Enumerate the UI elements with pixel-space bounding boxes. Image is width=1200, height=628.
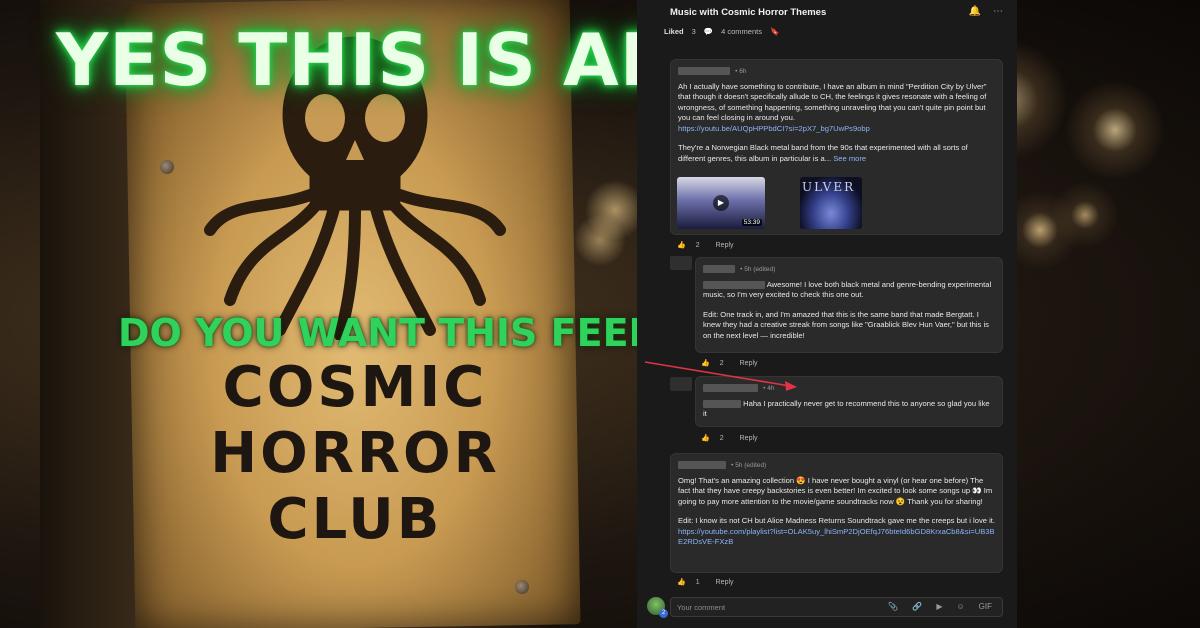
bookmark-icon[interactable]: 🔖 [770,27,779,36]
comment-text: Omg! That's an amazing collection 😍 I ha… [678,475,993,506]
reply-button[interactable]: Reply [716,579,734,586]
username-redacted[interactable] [703,384,758,392]
comments-panel: Music with Cosmic Horror Themes 🔔 ⋯ Like… [637,0,1017,628]
more-options-icon[interactable]: ⋯ [993,6,1003,17]
comment-text: Edit: I know its not CH but Alice Madnes… [678,516,995,525]
comment-count: 4 comments [721,27,762,36]
like-count: 3 [691,27,696,36]
comment-text: Ah I actually have something to contribu… [678,81,987,123]
thumbs-up-icon[interactable]: 👍 [677,241,686,249]
thumbs-up-icon[interactable]: 👍 [701,359,710,367]
nail-icon [160,160,174,174]
username-redacted[interactable] [678,67,730,75]
link-icon[interactable]: 🔗 [912,602,922,611]
youtube-playlist-link[interactable]: https://youtube.com/playlist?list=OLAK5u… [678,527,995,547]
avatar-badge: 2 [659,609,668,618]
comment-time: • 4h [763,385,775,392]
comment-actions: 👍 1 Reply [677,578,734,587]
like-count: 1 [695,578,700,586]
comment-icon[interactable]: 💬 [704,27,713,36]
header-actions: 🔔 ⋯ [969,6,1003,17]
poster-line-horror: HORROR [210,421,500,486]
reply-card: • 5h (edited) Awesome! I love both black… [695,257,1003,353]
like-count: 2 [695,241,700,249]
reply-button[interactable]: Reply [716,242,734,249]
comment-text: Haha I practically never get to recommen… [703,398,990,419]
mention-redacted[interactable] [703,399,741,408]
gif-button[interactable]: GIF [979,602,992,611]
poster-line-cosmic: COSMIC [222,355,488,420]
like-count: 2 [719,359,724,367]
comment-text-part: They're a Norwegian Black metal band fro… [678,143,968,163]
album-art-thumbnail[interactable]: ULVER [800,177,862,229]
thumbs-up-icon[interactable]: 👍 [677,578,686,586]
avatar[interactable] [670,256,692,270]
like-count: 2 [719,434,724,442]
avatar[interactable] [670,377,692,391]
poster-title: COSMIC HORROR CLUB [170,355,540,553]
liked-label[interactable]: Liked [664,27,684,36]
video-thumbnail[interactable]: ▶ 53:39 [677,177,765,229]
comment-time: • 5h (edited) [740,266,776,273]
nail-icon [515,580,529,594]
username-redacted[interactable] [703,265,735,273]
bell-icon[interactable]: 🔔 [969,6,981,17]
comment-input[interactable] [677,601,877,614]
comment-actions: 👍 2 Reply [701,434,758,443]
comment-text: They're a Norwegian Black metal band fro… [678,143,995,164]
comment-time: • 5h (edited) [731,462,767,469]
comment-time: • 6h [735,68,747,75]
reply-card: • 4h Haha I practically never get to rec… [695,376,1003,427]
composer-tools: 📎 🔗 ▶ ☺ GIF [888,602,992,611]
poster-line-club: CLUB [267,487,443,552]
comment-text: Edit: One track in, and I'm amazed that … [703,309,989,340]
album-art-text: ULVER [802,180,856,194]
comment-actions: 👍 2 Reply [701,359,758,368]
video-icon[interactable]: ▶ [936,602,942,611]
reply-button[interactable]: Reply [740,435,758,442]
attach-icon[interactable]: 📎 [888,602,898,611]
see-more-link[interactable]: See more [833,154,866,163]
mention-redacted[interactable] [703,280,765,289]
emoji-icon[interactable]: ☺ [956,602,964,611]
post-meta: Liked 3 💬 4 comments 🔖 [664,27,779,36]
thumbs-up-icon[interactable]: 👍 [701,434,710,442]
comment-card: • 5h (edited) Omg! That's an amazing col… [670,453,1003,573]
play-icon[interactable]: ▶ [713,195,729,211]
username-redacted[interactable] [678,461,726,469]
video-duration: 53:39 [741,219,762,226]
reply-button[interactable]: Reply [740,360,758,367]
post-title: Music with Cosmic Horror Themes [670,7,827,18]
comment-actions: 👍 2 Reply [677,241,734,250]
comment-composer: 📎 🔗 ▶ ☺ GIF [670,597,1003,617]
youtube-link[interactable]: https://youtu.be/AUQpHPPbdCI?si=2pX7_bg7… [678,124,870,133]
